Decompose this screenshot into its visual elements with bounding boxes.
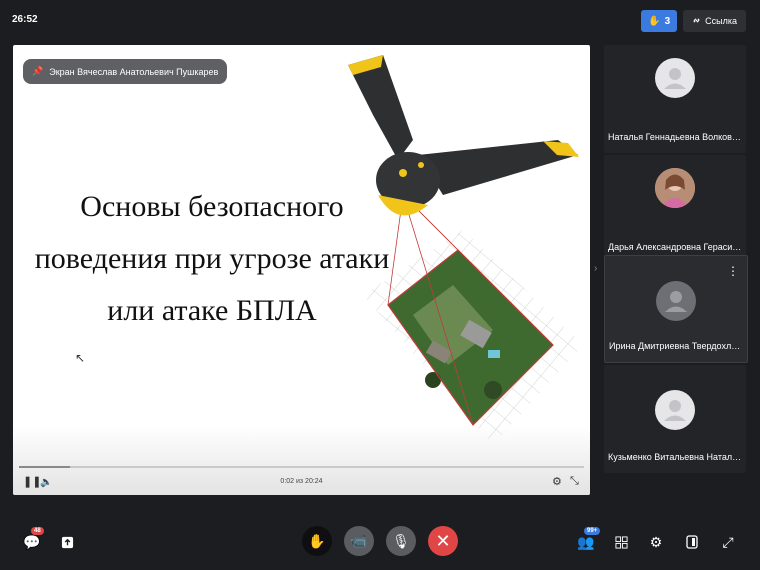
link-label: Ссылка [705,16,737,26]
chat-badge: 48 [31,527,44,535]
player-controls: ❚❚ 🔈 0:02 из 20:24 ⚙ ⤡ [13,468,590,495]
fullscreen-icon[interactable]: ⤢ [718,532,738,552]
link-icon [692,16,701,27]
user-icon [664,68,686,89]
participant-name: Ирина Дмитриевна Твердохлеб🎙̸ [609,341,742,351]
user-photo-icon [655,168,695,208]
raise-hand-icon: ✋ [308,532,326,549]
pin-icon: 📌 [32,66,44,76]
gear-icon[interactable]: ⚙ [646,532,666,552]
bottom-toolbar: 💬 48 ✋ 📹 🎙 ✕ 👥 99+ ⚙ ⤢ [0,510,760,570]
participant-name: Наталья Геннадьевна Волкова🎙̸ [608,132,742,142]
drone-illustration [348,55,583,445]
more-options-icon[interactable]: ⋮ [727,264,739,278]
participant-name: Кузьменко Витальевна Наталия🎙̸ [608,452,742,462]
settings-icon[interactable]: ⚙ [552,475,562,488]
mic-toggle-button[interactable]: 🎙 [386,526,416,556]
avatar [655,58,695,98]
participants-badge: 99+ [584,527,601,535]
avatar [655,390,695,430]
slide-title: Основы безопасного поведения при угрозе … [27,181,397,337]
link-button[interactable]: Ссылка [683,10,746,32]
participant-tile[interactable]: Дарья Александровна Гераси...🎙̸ [604,155,746,263]
layout-icon[interactable] [682,532,702,552]
collapse-icon[interactable]: ⤡ [570,475,579,488]
shared-screen[interactable]: 📌 Экран Вячеслав Анатольевич Пушкарев Ос… [13,45,590,495]
presenter-label: Экран Вячеслав Анатольевич Пушкарев [49,66,219,77]
camera-off-icon: 📹 [350,532,368,549]
top-right-actions: ✋ 3 Ссылка [641,10,746,32]
camera-toggle-button[interactable]: 📹 [344,526,374,556]
chat-icon[interactable]: 💬 48 [22,527,44,552]
grid-icon[interactable] [611,532,631,552]
participants-icon[interactable]: 👥 99+ [576,527,601,552]
avatar [656,281,696,321]
hangup-button[interactable]: ✕ [428,526,458,556]
presenter-badge[interactable]: 📌 Экран Вячеслав Анатольевич Пушкарев [23,59,228,84]
mic-off-icon: 🎙 [392,532,410,549]
participant-tile[interactable]: Наталья Геннадьевна Волкова🎙̸ [604,45,746,153]
player-time: 0:02 из 20:24 [280,478,323,485]
participant-name: Дарья Александровна Гераси...🎙̸ [608,242,742,252]
chevron-right-icon[interactable]: › [594,263,597,274]
raise-hand-button[interactable]: ✋ [302,526,332,556]
avatar [655,168,695,208]
hand-icon: ✋ [648,15,661,27]
participant-tile-active[interactable]: ⋮ Ирина Дмитриевна Твердохлеб🎙̸ [604,255,748,363]
slide-title-line: поведения при угрозе атаки [34,242,390,275]
slide-title-line: или атаке БПЛА [107,294,317,327]
mouse-cursor-icon: ↖ [75,351,86,365]
participant-tile[interactable]: Кузьменко Витальевна Наталия🎙̸ [604,365,746,473]
user-icon [665,291,687,312]
raised-hands-button[interactable]: ✋ 3 [641,10,678,32]
user-icon [664,400,686,421]
hangup-icon: ✕ [435,530,451,551]
raised-hands-count: 3 [664,15,671,27]
share-icon[interactable] [57,532,77,552]
meeting-timer: 26:52 [12,14,38,25]
slide-title-line: Основы безопасного [80,190,344,223]
